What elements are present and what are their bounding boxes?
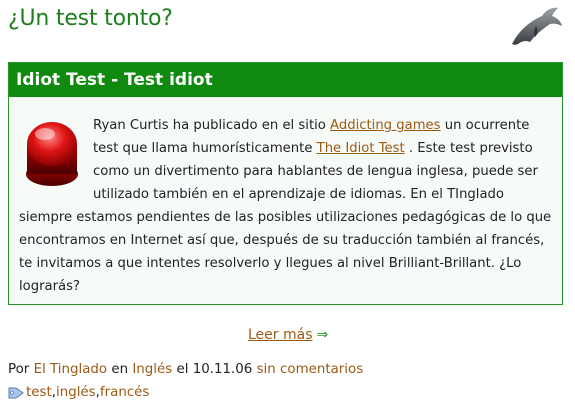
dolphin-logo-icon bbox=[512, 7, 562, 45]
tag-link-ingles[interactable]: inglés bbox=[56, 385, 96, 400]
meta-in: en bbox=[107, 362, 133, 377]
link-addicting-games[interactable]: Addicting games bbox=[330, 118, 440, 133]
post-body: Ryan Curtis ha publicado en el sitio Add… bbox=[9, 97, 562, 298]
read-more-link[interactable]: Leer más ⇒ bbox=[248, 327, 328, 343]
page-title: ¿Un test tonto? bbox=[8, 6, 173, 31]
tag-link-test[interactable]: test bbox=[26, 385, 52, 400]
post-meta: Por El Tinglado en Inglés el 10.11.06 si… bbox=[8, 362, 363, 377]
post-text-3: . Este test previsto como un divertiment… bbox=[19, 141, 552, 294]
category-link[interactable]: Inglés bbox=[132, 362, 172, 377]
post-box: Idiot Test - Test idiot Ryan Curtis ha p… bbox=[8, 62, 563, 305]
tag-link-frances[interactable]: francés bbox=[100, 385, 150, 400]
comments-link[interactable]: sin comentarios bbox=[257, 362, 364, 377]
tag-icon bbox=[8, 387, 24, 398]
arrow-right-icon: ⇒ bbox=[316, 327, 329, 343]
meta-date: el 10.11.06 bbox=[172, 362, 257, 377]
post-title[interactable]: Idiot Test - Test idiot bbox=[9, 63, 562, 97]
link-idiot-test[interactable]: The Idiot Test bbox=[317, 141, 405, 156]
read-more-label[interactable]: Leer más bbox=[248, 327, 313, 343]
post-text-1: Ryan Curtis ha publicado en el sitio bbox=[93, 118, 331, 133]
author-link[interactable]: El Tinglado bbox=[34, 362, 108, 377]
tags-row: test, inglés, francés bbox=[8, 385, 149, 400]
meta-by: Por bbox=[8, 362, 34, 377]
red-button-icon bbox=[26, 122, 78, 186]
